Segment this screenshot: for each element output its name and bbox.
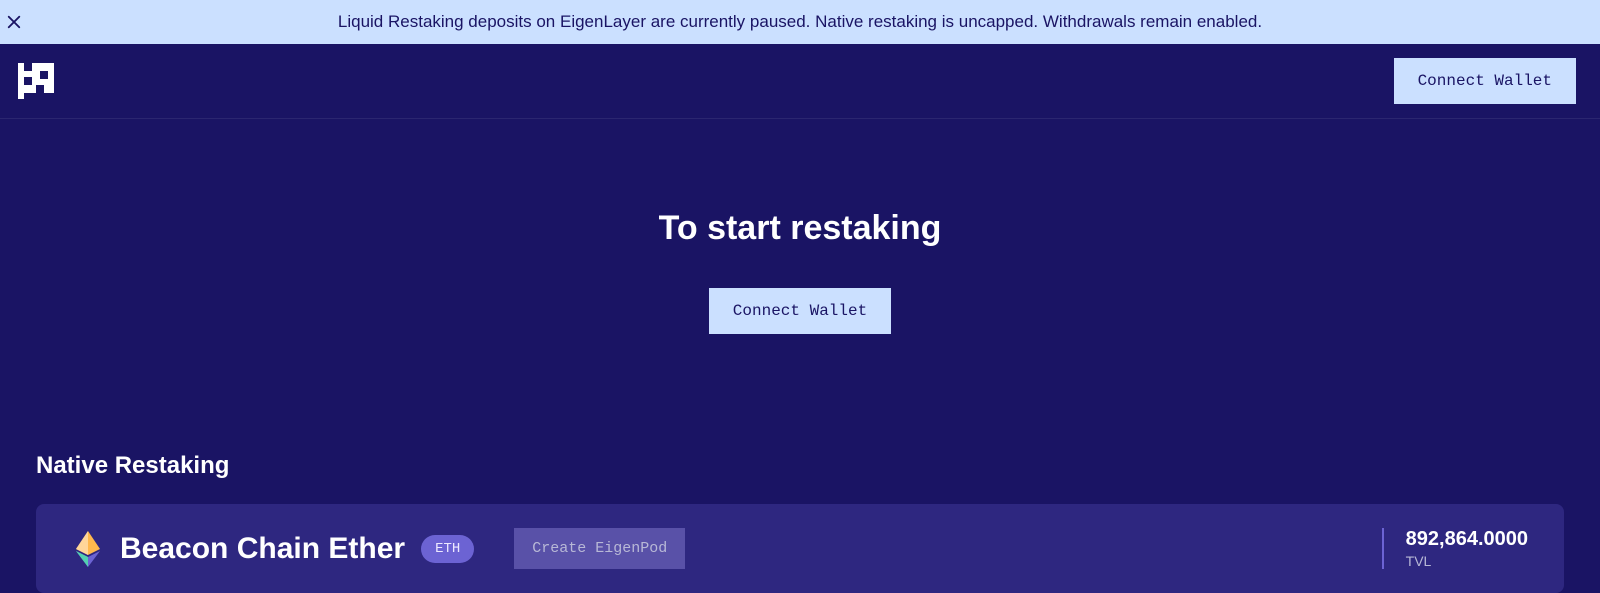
connect-wallet-main-button[interactable]: Connect Wallet (709, 288, 891, 334)
asset-card[interactable]: Beacon Chain Ether ETH Create EigenPod 8… (36, 504, 1564, 593)
tvl-value: 892,864.0000 (1406, 528, 1528, 551)
asset-left: Beacon Chain Ether ETH Create EigenPod (72, 528, 685, 569)
connect-wallet-button[interactable]: Connect Wallet (1394, 58, 1576, 104)
ethereum-icon (72, 533, 104, 565)
create-eigenpod-button[interactable]: Create EigenPod (514, 528, 685, 569)
page-title: To start restaking (36, 209, 1564, 248)
close-icon[interactable] (2, 10, 26, 34)
native-restaking-section: Native Restaking Beacon Chain Ether ETH … (0, 452, 1600, 593)
logo-icon[interactable] (18, 63, 54, 99)
section-title: Native Restaking (36, 452, 1564, 480)
tvl-block: 892,864.0000 TVL (1406, 528, 1528, 569)
banner-text: Liquid Restaking deposits on EigenLayer … (338, 12, 1262, 32)
asset-badge: ETH (421, 535, 474, 563)
main-content: To start restaking Connect Wallet (0, 119, 1600, 374)
announcement-banner: Liquid Restaking deposits on EigenLayer … (0, 0, 1600, 44)
asset-name: Beacon Chain Ether (120, 532, 405, 566)
asset-right: 892,864.0000 TVL (1382, 528, 1528, 569)
tvl-label: TVL (1406, 553, 1528, 569)
header: Connect Wallet (0, 44, 1600, 119)
